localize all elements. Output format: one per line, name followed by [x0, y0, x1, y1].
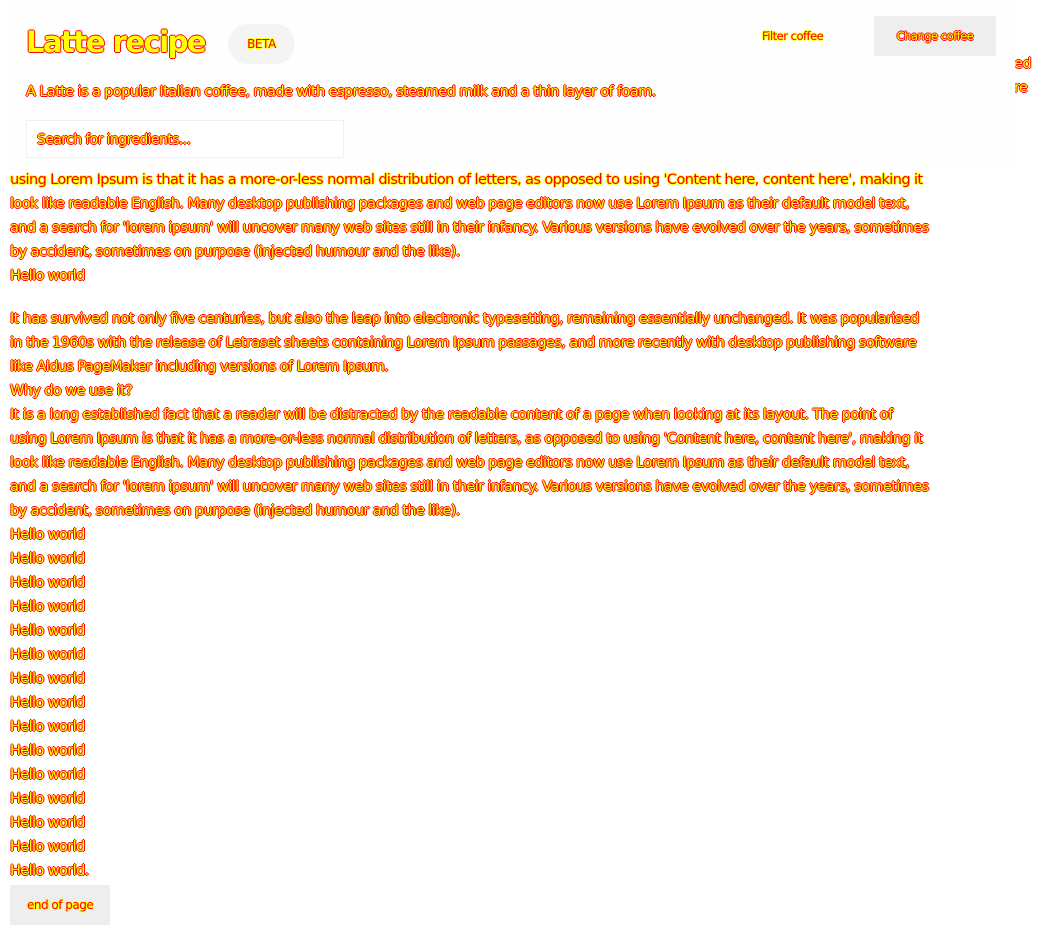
peek-text: re	[1014, 80, 1028, 96]
hello-world-line: Hello world	[10, 527, 85, 543]
paragraph-line: like Aldus PageMaker including versions …	[10, 359, 389, 375]
hello-world-line: Hello world.	[10, 863, 89, 879]
search-input[interactable]	[27, 121, 343, 157]
beta-badge: BETA	[228, 24, 295, 64]
paragraph-line: look like readable English. Many desktop…	[10, 455, 910, 471]
hello-world-line: Hello world	[10, 839, 85, 855]
page-description: A Latte is a popular Italian coffee, mad…	[26, 84, 656, 100]
hello-world-line: Hello world	[10, 695, 85, 711]
question-heading: Why do we use it?	[10, 383, 133, 399]
paragraph-line: by accident, sometimes on purpose (injec…	[10, 503, 460, 519]
sticky-header: Latte recipe BETA Filter coffee Change c…	[10, 0, 1015, 170]
hello-world-line: Hello world	[10, 575, 85, 591]
paragraph-line: It has survived not only five centuries,…	[10, 311, 919, 327]
end-of-page-button[interactable]: end of page	[10, 885, 111, 925]
paragraph-line: and a search for 'lorem ipsum' will unco…	[10, 220, 929, 236]
hello-world-line: Hello world	[10, 647, 85, 663]
hello-world-line: Hello world	[10, 743, 85, 759]
hello-world-line: Hello world	[10, 767, 85, 783]
page-title: Latte recipe	[26, 25, 207, 59]
paragraph-line: It is a long established fact that a rea…	[10, 407, 893, 423]
hello-world-line: Hello world	[10, 268, 85, 284]
search-box[interactable]: Search for ingredients...	[26, 120, 344, 158]
paragraph-line: using Lorem Ipsum is that it has a more-…	[10, 431, 923, 447]
paragraph-line: in the 1960s with the release of Letrase…	[10, 335, 917, 351]
filter-coffee-link[interactable]: Filter coffee	[762, 26, 824, 46]
peek-text: ed	[1014, 56, 1032, 72]
hello-world-line: Hello world	[10, 623, 85, 639]
hello-world-line: Hello world	[10, 815, 85, 831]
paragraph-line: and a search for 'lorem ipsum' will unco…	[10, 479, 929, 495]
hello-world-line: Hello world	[10, 599, 85, 615]
hello-world-line: Hello world	[10, 671, 85, 687]
paragraph-line: look like readable English. Many desktop…	[10, 196, 910, 212]
change-coffee-button[interactable]: Change coffee	[874, 16, 996, 56]
hello-world-line: Hello world	[10, 719, 85, 735]
hello-world-line: Hello world	[10, 551, 85, 567]
hello-world-line: Hello world	[10, 791, 85, 807]
paragraph-line: by accident, sometimes on purpose (injec…	[10, 244, 460, 260]
paragraph-line: using Lorem Ipsum is that it has a more-…	[10, 172, 923, 188]
hello-world-list: Hello world Hello world Hello world Hell…	[10, 523, 1038, 883]
